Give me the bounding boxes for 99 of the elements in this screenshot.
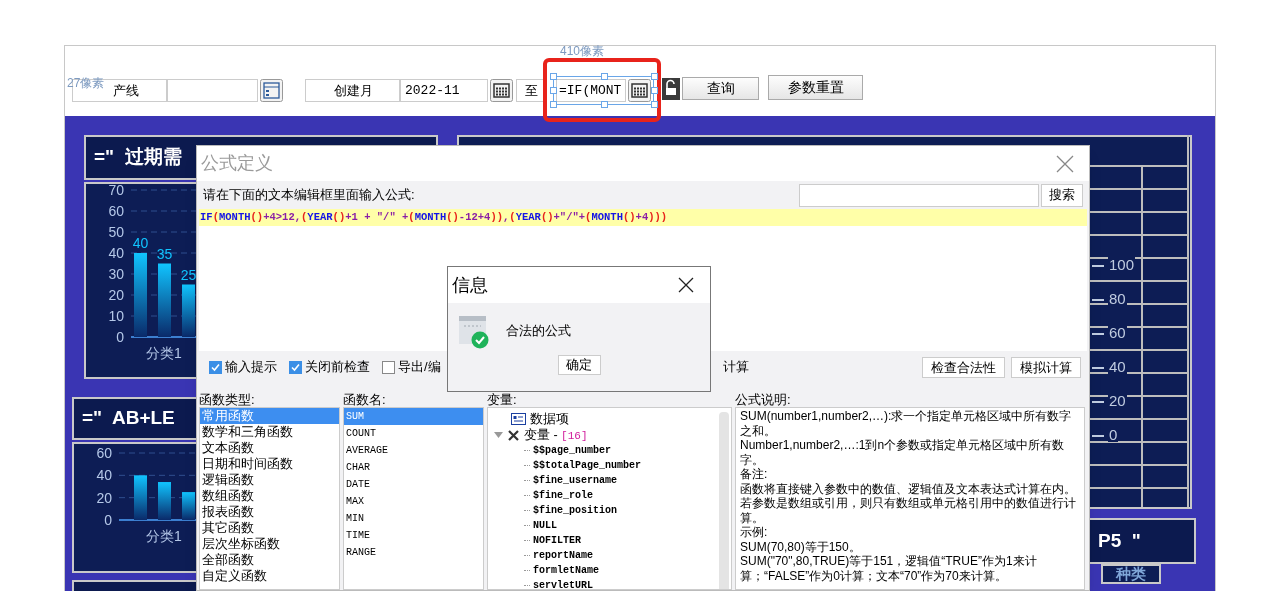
axis-label: 20 (96, 489, 112, 506)
simulate-button[interactable]: 模拟计算 (1011, 356, 1081, 378)
axis-label: 40 (108, 245, 124, 261)
list-item[interactable]: MAX (344, 493, 483, 510)
variable-icon (507, 428, 520, 442)
axis-label: 0 (1108, 427, 1119, 442)
size-note: 410像素 (560, 45, 605, 57)
data-label: 25 (180, 266, 197, 283)
checkbox-label: 关闭前检查 (305, 358, 370, 377)
bar (182, 284, 195, 337)
bar (158, 482, 171, 520)
calendar-icon[interactable] (628, 79, 651, 102)
check-button[interactable]: 检查合法性 (922, 356, 1005, 378)
list-item[interactable]: MIN (344, 510, 483, 527)
reset-button[interactable]: 参数重置 (768, 75, 863, 100)
list-item[interactable]: 数学和三角函数 (200, 424, 339, 440)
resize-handle[interactable] (601, 101, 608, 108)
list-item[interactable]: RANGE (344, 544, 483, 561)
list-item[interactable]: AVERAGE (344, 442, 483, 459)
category-label: 分类1 (146, 345, 182, 361)
axis-label: 40 (1108, 359, 1127, 374)
column-header: 种类 (1101, 564, 1161, 584)
axis-label: 0 (116, 329, 124, 345)
list-item[interactable]: 其它函数 (200, 520, 339, 536)
tree-item[interactable]: formletName (533, 565, 599, 576)
close-icon[interactable] (678, 277, 694, 293)
axis-label: 0 (104, 512, 112, 528)
axis-label: 10 (108, 308, 124, 324)
resize-handle[interactable] (601, 73, 608, 80)
list-item[interactable]: 报表函数 (200, 504, 339, 520)
tree-item[interactable]: $$page_number (533, 445, 611, 456)
list-item[interactable]: TIME (344, 527, 483, 544)
size-note: 27像素 (67, 77, 105, 89)
list-item[interactable]: 逻辑函数 (200, 472, 339, 488)
dialog-title: 信息 (452, 273, 488, 297)
axis-label: 80 (1108, 291, 1127, 306)
axis-label: 60 (96, 445, 112, 461)
column-heading: 变量: (487, 393, 517, 406)
tree-item[interactable]: servletURL (533, 580, 593, 589)
list-item[interactable]: 文本函数 (200, 440, 339, 456)
list-item[interactable]: 层次坐标函数 (200, 536, 339, 552)
ok-button[interactable]: 确定 (557, 355, 601, 375)
column-heading: 公式说明: (735, 393, 791, 406)
data-card-icon (511, 413, 526, 425)
message-text: 合法的公式 (506, 323, 571, 341)
tree-picker-icon[interactable] (260, 79, 283, 102)
axis-label: 20 (108, 287, 124, 303)
axis-label: 70 (108, 184, 124, 198)
axis-label: 60 (1108, 325, 1127, 340)
list-item[interactable]: CHAR (344, 459, 483, 476)
axis-label: 30 (108, 266, 124, 282)
list-item[interactable]: 日期和时间函数 (200, 456, 339, 472)
scrollbar[interactable] (719, 412, 729, 589)
search-field[interactable] (799, 183, 1039, 207)
tree-item[interactable]: NOFILTER (533, 535, 581, 546)
axis-label: 20 (1108, 393, 1127, 408)
list-item[interactable]: 自定义函数 (200, 568, 339, 584)
checkbox[interactable] (289, 360, 302, 374)
checkbox[interactable] (209, 360, 222, 374)
checkbox-label: 输入提示 (225, 358, 277, 377)
checkbox[interactable] (382, 360, 395, 374)
list-item[interactable]: 数组函数 (200, 488, 339, 504)
data-label: 35 (156, 245, 173, 262)
checkbox-label: 导出/编 (398, 358, 441, 377)
field-label: 创建月 (305, 79, 400, 102)
tree-item[interactable]: $$totalPage_number (533, 460, 642, 471)
expand-arrow-icon[interactable] (494, 432, 503, 438)
instruction-text: 请在下面的文本编辑框里面输入公式: (203, 186, 415, 205)
input-field[interactable] (167, 79, 258, 102)
axis-label: 40 (96, 467, 112, 484)
description-text: SUM(number1,number2,…):求一个指定单元格区域中所有数字之和。 (740, 409, 1073, 438)
axis-label: 50 (108, 224, 124, 240)
description-text: Number1,number2,…:1到n个参数或指定单元格区域中所有数字。 (740, 438, 1066, 467)
lock-icon[interactable] (662, 78, 680, 100)
month-field[interactable]: 2022-11 (400, 79, 488, 102)
query-button[interactable]: 查询 (682, 77, 759, 100)
list-item[interactable]: DATE (344, 476, 483, 493)
category-label: 分类1 (146, 528, 182, 544)
bar (134, 475, 147, 520)
tree-item[interactable]: $fine_position (533, 505, 617, 516)
dialog-title: 公式定义 (201, 152, 273, 175)
formula-text: IF(MONTH()+4>12,(YEAR()+1 + "/" +(MONTH()-12+4)),(YEAR()+"/"+(MONTH()+4))) (199, 209, 1087, 226)
checkbox-label: 计算 (722, 358, 749, 377)
description-text: SUM(70,80)等于150。 (740, 539, 862, 554)
bar (182, 492, 195, 520)
tree-item[interactable]: $fine_username (533, 475, 617, 486)
field-label: 至 (516, 79, 546, 102)
formula-field[interactable]: =IF(MONT (556, 79, 626, 102)
description-text: 备注: (740, 467, 769, 482)
tree-item[interactable]: NULL (533, 520, 557, 531)
axis-label: 100 (1108, 257, 1136, 272)
data-label: 40 (132, 235, 149, 251)
description-text: 示例: (740, 525, 769, 540)
tree-item[interactable]: reportName (533, 550, 593, 561)
calendar-icon[interactable] (490, 79, 513, 102)
search-button[interactable]: 搜索 (1041, 183, 1083, 207)
axis-label: 60 (108, 203, 124, 219)
tree-item[interactable]: $fine_role (533, 490, 593, 501)
list-item[interactable]: 全部函数 (200, 552, 339, 568)
